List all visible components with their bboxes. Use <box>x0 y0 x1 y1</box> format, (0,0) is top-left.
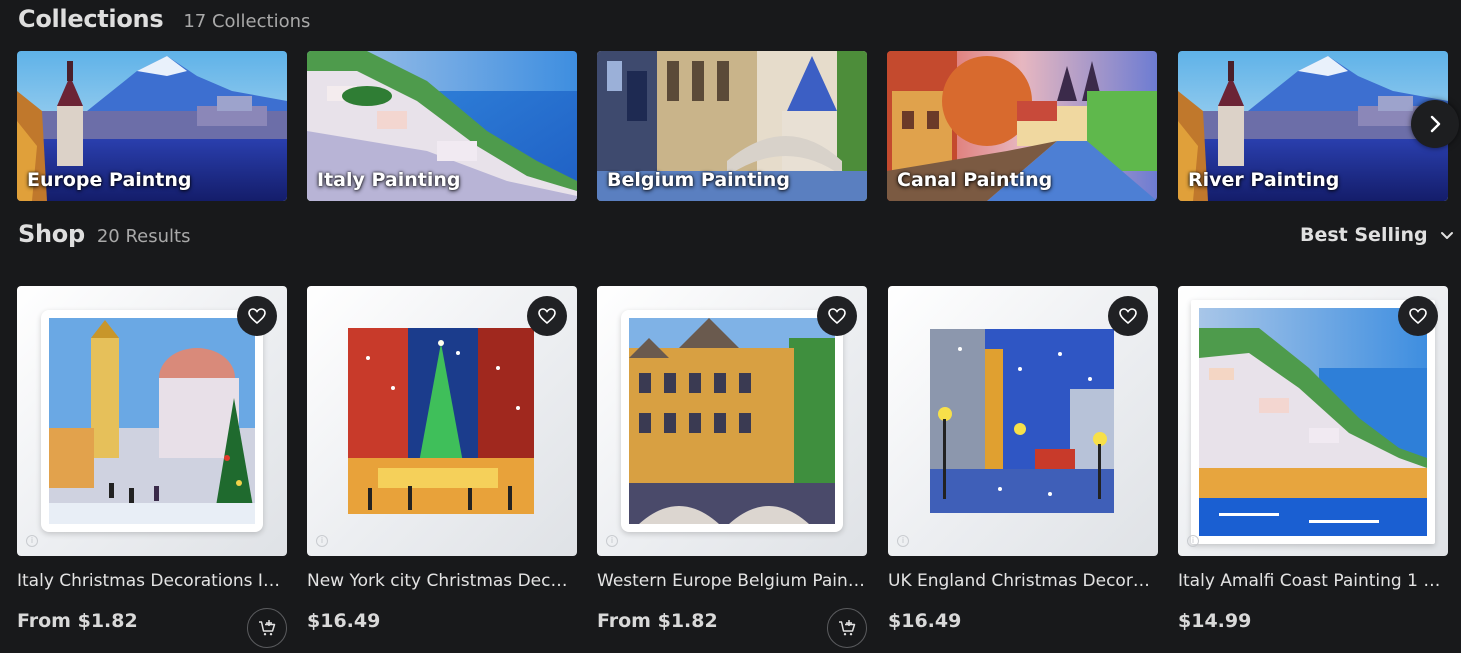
shop-title: Shop <box>18 220 85 248</box>
info-icon[interactable]: i <box>897 535 909 547</box>
chevron-right-icon <box>1430 115 1441 133</box>
favorite-button[interactable] <box>817 296 857 336</box>
product-image[interactable]: i <box>17 286 287 556</box>
info-icon[interactable]: i <box>1187 535 1199 547</box>
collection-card-river[interactable]: River Painting <box>1178 51 1448 201</box>
collection-card-italy[interactable]: Italy Painting <box>307 51 577 201</box>
collections-carousel: Europe Paintng Italy Painting Belgium Pa… <box>17 51 1461 201</box>
collections-count: 17 Collections <box>183 11 311 32</box>
product-title[interactable]: New York city Christmas Decorations Squa… <box>307 571 577 591</box>
heart-icon <box>538 308 556 325</box>
chevron-down-icon <box>1440 232 1453 239</box>
product-artwork <box>1199 308 1427 536</box>
collections-title: Collections <box>18 5 164 33</box>
product-price: $16.49 <box>888 610 962 632</box>
heart-icon <box>248 308 266 325</box>
product-card: i UK England Christmas Decorations Squar… <box>888 286 1158 651</box>
product-card: i Italy Amalfi Coast Painting 1 Photo Ma… <box>1178 286 1448 651</box>
info-icon[interactable]: i <box>606 535 618 547</box>
cart-plus-icon <box>839 620 856 636</box>
product-title[interactable]: Italy Amalfi Coast Painting 1 Photo Magn… <box>1178 571 1448 591</box>
collections-header: Collections 17 Collections <box>18 5 310 33</box>
product-image[interactable]: i <box>307 286 577 556</box>
product-price: $14.99 <box>1178 610 1252 632</box>
heart-icon <box>1409 308 1427 325</box>
sort-label: Best Selling <box>1300 224 1428 246</box>
product-title[interactable]: Western Europe Belgium Painting Square M… <box>597 571 867 591</box>
collection-label: Belgium Painting <box>607 169 790 191</box>
product-card: i Italy Christmas Decorations Image Squa… <box>17 286 287 651</box>
collection-card-belgium[interactable]: Belgium Painting <box>597 51 867 201</box>
collection-label: River Painting <box>1188 169 1340 191</box>
product-price: $16.49 <box>307 610 381 632</box>
product-image[interactable]: i <box>597 286 867 556</box>
heart-icon <box>828 308 846 325</box>
info-icon[interactable]: i <box>316 535 328 547</box>
product-card: i New York city Christmas Decorations Sq… <box>307 286 577 651</box>
carousel-next-button[interactable] <box>1411 100 1459 148</box>
product-price: From $1.82 <box>17 610 138 632</box>
add-to-cart-button[interactable] <box>247 608 287 648</box>
product-image[interactable]: i <box>888 286 1158 556</box>
product-price: From $1.82 <box>597 610 718 632</box>
product-title[interactable]: UK England Christmas Decorations Square … <box>888 571 1158 591</box>
collection-label: Canal Painting <box>897 169 1053 191</box>
shop-header: Shop 20 Results <box>18 220 190 248</box>
add-to-cart-button[interactable] <box>827 608 867 648</box>
favorite-button[interactable] <box>1108 296 1148 336</box>
collection-card-canal[interactable]: Canal Painting <box>887 51 1157 201</box>
collection-card-europe[interactable]: Europe Paintng <box>17 51 287 201</box>
cart-plus-icon <box>259 620 276 636</box>
heart-icon <box>1119 308 1137 325</box>
product-card: i Western Europe Belgium Painting Square… <box>597 286 867 651</box>
favorite-button[interactable] <box>527 296 567 336</box>
favorite-button[interactable] <box>237 296 277 336</box>
product-image[interactable]: i <box>1178 286 1448 556</box>
product-artwork <box>49 318 255 524</box>
product-title[interactable]: Italy Christmas Decorations Image Square… <box>17 571 287 591</box>
collection-label: Europe Paintng <box>27 169 192 191</box>
info-icon[interactable]: i <box>26 535 38 547</box>
collection-label: Italy Painting <box>317 169 461 191</box>
product-artwork <box>930 329 1114 513</box>
sort-dropdown[interactable]: Best Selling <box>1300 224 1454 246</box>
product-artwork <box>348 328 534 514</box>
product-artwork <box>629 318 835 524</box>
shop-results-count: 20 Results <box>96 226 191 247</box>
favorite-button[interactable] <box>1398 296 1438 336</box>
